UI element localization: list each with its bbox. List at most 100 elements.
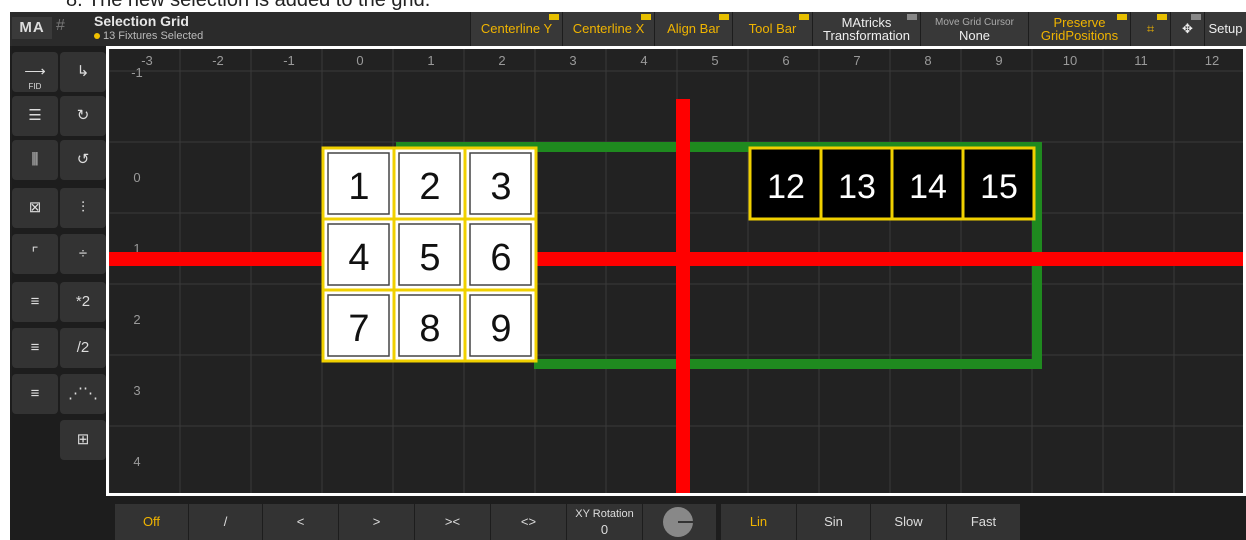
status-dot-icon	[94, 33, 100, 39]
fixture-number: 4	[348, 237, 369, 279]
window-title: Selection Grid	[94, 13, 189, 29]
rotate-cw-button[interactable]: ↻	[60, 96, 106, 136]
move-grid-cursor-select[interactable]: Move Grid Cursor None	[920, 12, 1028, 46]
corner-button[interactable]: ↳	[60, 52, 106, 92]
grid-snap-icon[interactable]: ⌗	[1130, 12, 1170, 46]
x-axis-label: -3	[141, 53, 153, 68]
x-axis-label: 2	[498, 53, 505, 68]
setup-button[interactable]: Setup	[1204, 12, 1246, 46]
columns-button[interactable]: ⫼	[12, 140, 58, 180]
fixture-number: 8	[419, 308, 440, 350]
matricks-transformation-button[interactable]: MAtricks Transformation	[812, 12, 920, 46]
rows-button[interactable]: ☰	[12, 96, 58, 136]
fixture-number: 9	[490, 308, 511, 350]
mirror-x-icon: ⫶	[81, 199, 85, 216]
hash-icon: #	[56, 17, 65, 34]
toggle-indicator	[1157, 14, 1167, 20]
transform-less-button[interactable]: <	[262, 504, 338, 540]
toggle-indicator	[1191, 14, 1201, 20]
x-axis-label: 9	[995, 53, 1002, 68]
fixture-number: 7	[348, 308, 369, 350]
mirror-y-icon: ÷	[78, 245, 88, 262]
centerline-y-button[interactable]: Centerline Y	[470, 12, 562, 46]
toggle-indicator	[719, 14, 729, 20]
corner-icon: ↳	[76, 63, 90, 80]
x-axis-label: 7	[853, 53, 860, 68]
xy-rotation-field[interactable]: XY Rotation 0	[566, 504, 642, 540]
selection-grid-canvas[interactable]: -3 -2 -1 0 1 2 3 4 5 6 7 8 9 10 11 12 -1 0 1 2 3 4 1 2 3 4 5 6 7 8 9 12…	[106, 46, 1246, 496]
grid-select-button[interactable]: ⊞	[60, 420, 106, 460]
fixture-number: 15	[980, 168, 1018, 206]
x-axis-label: 4	[640, 53, 647, 68]
title-bar: MA # Selection Grid 13 Fixtures Selected…	[10, 12, 1246, 46]
x-axis-label: 11	[1134, 53, 1148, 68]
rows-icon: ☰	[28, 107, 42, 124]
selection-count: 13 Fixtures Selected	[94, 30, 203, 42]
tool-bar-button[interactable]: Tool Bar	[732, 12, 812, 46]
mirror-y-button[interactable]: ÷	[60, 234, 106, 274]
wave-button[interactable]: ⋰⋱	[60, 374, 106, 414]
selection-grid-window: MA # Selection Grid 13 Fixtures Selected…	[10, 12, 1246, 540]
x-axis-label: 0	[356, 53, 363, 68]
rotate-ccw-button[interactable]: ↺	[60, 140, 106, 180]
align-right-button[interactable]: ≡	[12, 374, 58, 414]
caption-text: 8. The new selection is added to the gri…	[66, 0, 431, 11]
rotate-cw-icon: ↻	[76, 107, 90, 124]
align-center-icon: ≡	[30, 339, 40, 356]
fixture-number: 3	[490, 166, 511, 208]
fixture-number: 1	[348, 166, 369, 208]
fixture-number: 14	[909, 168, 947, 206]
fid-sort-icon: ⟶	[24, 63, 46, 80]
centerline-x-button[interactable]: Centerline X	[562, 12, 654, 46]
align-left-icon: ≡	[30, 293, 40, 310]
fixture-number: 12	[767, 168, 805, 206]
y-axis-label: 3	[133, 383, 140, 398]
fixture-number: 6	[490, 237, 511, 279]
align-corner-button[interactable]: ⌜	[12, 234, 58, 274]
preserve-grid-positions-button[interactable]: Preserve GridPositions	[1028, 12, 1130, 46]
transform-off-button[interactable]: Off	[114, 504, 188, 540]
fixture-number: 13	[838, 168, 876, 206]
toggle-indicator	[799, 14, 809, 20]
toggle-indicator	[641, 14, 651, 20]
align-corner-icon: ⌜	[31, 245, 39, 262]
x-axis-label: 10	[1063, 53, 1077, 68]
x-axis-label: 5	[711, 53, 718, 68]
rotate-ccw-icon: ↺	[76, 151, 90, 168]
y-axis-label: 0	[133, 170, 140, 185]
xy-rotation-knob[interactable]	[642, 504, 716, 540]
move-arrows-icon[interactable]: ✥	[1170, 12, 1204, 46]
transform-greater-button[interactable]: >	[338, 504, 414, 540]
sort-by-fid-button[interactable]: ⟶ FID	[12, 52, 58, 92]
mirror-x-button[interactable]: ⫶	[60, 188, 106, 228]
x-axis-label: -1	[283, 53, 295, 68]
x-axis-label: 8	[924, 53, 931, 68]
x-axis-label: 3	[569, 53, 576, 68]
align-center-button[interactable]: ≡	[12, 328, 58, 368]
x-axis-label: -2	[212, 53, 224, 68]
transition-sin-button[interactable]: Sin	[796, 504, 870, 540]
align-right-icon: ≡	[30, 385, 40, 402]
shrink-button[interactable]: ⊠	[12, 188, 58, 228]
transition-lin-button[interactable]: Lin	[720, 504, 796, 540]
y-axis-label: -1	[131, 65, 143, 80]
align-left-button[interactable]: ≡	[12, 282, 58, 322]
x-axis-label: 6	[782, 53, 789, 68]
fixture-number: 5	[419, 237, 440, 279]
transform-slash-button[interactable]: /	[188, 504, 262, 540]
shrink-icon: ⊠	[28, 199, 42, 216]
multiply-2-button[interactable]: *2	[60, 282, 106, 322]
grid-svg[interactable]: -3 -2 -1 0 1 2 3 4 5 6 7 8 9 10 11 12-1012341 2 34 5 67 8 912…	[109, 49, 1243, 493]
transform-outward-button[interactable]: <>	[490, 504, 566, 540]
rotation-dial-icon	[663, 507, 694, 537]
x-axis-label: 1	[427, 53, 434, 68]
divide-2-button[interactable]: /2	[60, 328, 106, 368]
transition-fast-button[interactable]: Fast	[946, 504, 1020, 540]
align-bar-button[interactable]: Align Bar	[654, 12, 732, 46]
grid-select-icon: ⊞	[76, 431, 90, 448]
toggle-indicator	[907, 14, 917, 20]
transform-inward-button[interactable]: ><	[414, 504, 490, 540]
transition-slow-button[interactable]: Slow	[870, 504, 946, 540]
document-caption: 8. The new selection is added to the gri…	[0, 0, 1246, 12]
ma-logo[interactable]: MA	[12, 17, 52, 39]
